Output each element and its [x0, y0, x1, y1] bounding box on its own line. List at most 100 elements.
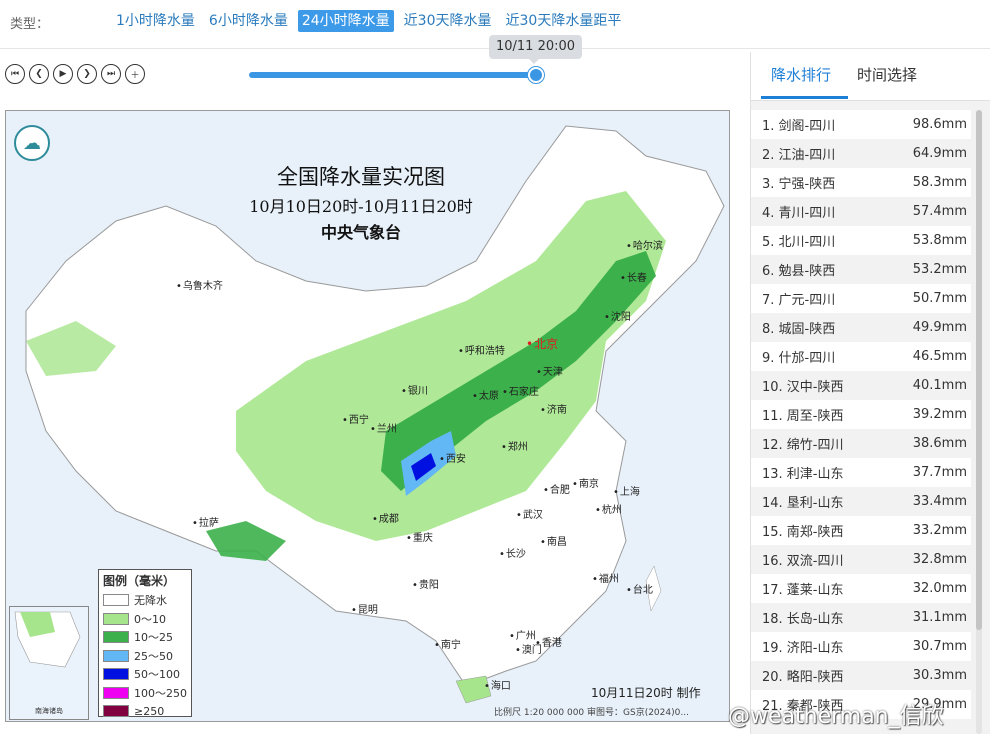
ranking-row[interactable]: 15. 南郑-陕西 33.2mm	[751, 516, 971, 545]
legend-swatch	[103, 594, 129, 607]
station-name: 7. 广元-四川	[762, 293, 836, 308]
legend-row: 100～250	[99, 684, 191, 703]
tab-24h[interactable]: 24小时降水量	[297, 10, 394, 32]
ranking-row[interactable]: 4. 青川-四川 57.4mm	[751, 197, 971, 226]
map-legend: 图例（毫米） 无降水 0～10 10～25 25～50 50～100 100～2…	[98, 569, 192, 718]
ranking-row[interactable]: 8. 城固-陕西 49.9mm	[751, 313, 971, 342]
ranking-row[interactable]: 2. 江油-四川 64.9mm	[751, 139, 971, 168]
city-label: 台北	[626, 581, 653, 596]
tab-1h[interactable]: 1小时降水量	[112, 10, 199, 32]
ranking-row[interactable]: 12. 绵竹-四川 38.6mm	[751, 429, 971, 458]
tab-ranking[interactable]: 降水排行	[771, 64, 831, 85]
ranking-row[interactable]: 18. 长岛-山东 31.1mm	[751, 603, 971, 632]
legend-label: 50～100	[134, 668, 180, 682]
legend-title: 图例（毫米）	[103, 574, 176, 588]
time-tooltip: 10/11 20:00	[489, 35, 582, 64]
city-label: 武汉	[516, 506, 543, 521]
precip-value: 40.1mm	[912, 378, 967, 393]
city-label: 天津	[536, 363, 563, 378]
city-label: 长沙	[499, 545, 526, 560]
tab-30d[interactable]: 近30天降水量	[400, 10, 496, 32]
legend-row: 50～100	[99, 665, 191, 684]
station-name: 16. 双流-四川	[762, 554, 844, 569]
precip-value: 32.8mm	[912, 552, 967, 567]
legend-label: 0～10	[134, 612, 166, 626]
ranking-row[interactable]: 6. 勉县-陕西 53.2mm	[751, 255, 971, 284]
tab-30d-anomaly[interactable]: 近30天降水量距平	[502, 10, 626, 32]
city-label: 西宁	[342, 411, 369, 426]
city-label: 贵阳	[412, 576, 439, 591]
city-label: 海口	[484, 677, 511, 692]
precip-value: 33.4mm	[912, 494, 967, 509]
legend-swatch	[103, 686, 129, 699]
time-slider-track[interactable]	[249, 72, 536, 78]
precip-value: 53.2mm	[912, 262, 967, 277]
ranking-row[interactable]: 20. 略阳-陕西 30.3mm	[751, 661, 971, 690]
city-label: 兰州	[370, 420, 397, 435]
precip-value: 57.4mm	[912, 204, 967, 219]
legend-row: 无降水	[99, 591, 191, 610]
legend-label: ≥250	[134, 704, 165, 718]
ranking-row[interactable]: 7. 广元-四川 50.7mm	[751, 284, 971, 313]
city-label: 福州	[592, 570, 619, 585]
precip-value: 30.3mm	[912, 668, 967, 683]
precipitation-map[interactable]: ☁ 全国降水量实况图 10月10日20时-10月11日20时 中央气象台 乌鲁木…	[5, 110, 730, 722]
scrollbar[interactable]	[976, 110, 982, 734]
ranking-row[interactable]: 16. 双流-四川 32.8mm	[751, 545, 971, 574]
city-label: 太原	[472, 387, 499, 402]
ranking-row[interactable]: 19. 济阳-山东 30.7mm	[751, 632, 971, 661]
ranking-row[interactable]: 9. 什邡-四川 46.5mm	[751, 342, 971, 371]
city-label: 济南	[540, 401, 567, 416]
station-name: 6. 勉县-陕西	[762, 264, 836, 279]
ranking-row[interactable]: 1. 剑阁-四川 98.6mm	[751, 110, 971, 139]
precip-value: 30.7mm	[912, 639, 967, 654]
map-org: 中央气象台	[320, 223, 401, 242]
ranking-row[interactable]: 11. 周至-陕西 39.2mm	[751, 400, 971, 429]
station-name: 14. 垦利-山东	[762, 496, 844, 511]
ranking-row[interactable]: 13. 利津-山东 37.7mm	[751, 458, 971, 487]
player-controls: ⏮ ❮ ▶ ❯ ⏭ ＋	[5, 64, 145, 84]
tab-time-select[interactable]: 时间选择	[857, 64, 917, 85]
precip-value: 58.3mm	[912, 175, 967, 190]
tab-6h[interactable]: 6小时降水量	[205, 10, 292, 32]
city-label: 呼和浩特	[458, 342, 505, 357]
first-icon[interactable]: ⏮	[5, 64, 25, 84]
last-icon[interactable]: ⏭	[101, 64, 121, 84]
time-slider-handle[interactable]	[528, 67, 544, 83]
made-time-text: 10月11日20时 制作	[591, 686, 701, 700]
station-name: 9. 什邡-四川	[762, 351, 836, 366]
prev-icon[interactable]: ❮	[29, 64, 49, 84]
ranking-row[interactable]: 3. 宁强-陕西 58.3mm	[751, 168, 971, 197]
ranking-row[interactable]: 10. 汉中-陕西 40.1mm	[751, 371, 971, 400]
station-name: 10. 汉中-陕西	[762, 380, 844, 395]
city-label: 南京	[572, 475, 599, 490]
station-name: 18. 长岛-山东	[762, 612, 844, 627]
station-name: 11. 周至-陕西	[762, 409, 844, 424]
station-name: 4. 青川-四川	[762, 206, 836, 221]
city-label: 乌鲁木齐	[176, 277, 223, 292]
legend-swatch	[103, 705, 129, 718]
city-label: 昆明	[351, 601, 378, 616]
play-icon[interactable]: ▶	[53, 64, 73, 84]
station-name: 8. 城固-陕西	[762, 322, 836, 337]
city-label: 石家庄	[502, 383, 539, 398]
city-label: 广州	[509, 627, 536, 642]
station-name: 1. 剑阁-四川	[762, 119, 836, 134]
active-tab-indicator	[761, 96, 848, 99]
precip-value: 38.6mm	[912, 436, 967, 451]
zoom-in-icon[interactable]: ＋	[125, 64, 145, 84]
city-label: 南昌	[540, 533, 567, 548]
ranking-row[interactable]: 14. 垦利-山东 33.4mm	[751, 487, 971, 516]
ranking-row[interactable]: 5. 北川-四川 53.8mm	[751, 226, 971, 255]
legend-label: 100～250	[134, 686, 187, 700]
scroll-thumb[interactable]	[976, 110, 982, 630]
legend-swatch	[103, 649, 129, 662]
precip-value: 46.5mm	[912, 349, 967, 364]
next-icon[interactable]: ❯	[77, 64, 97, 84]
ranking-panel: 降水排行 时间选择 1. 剑阁-四川 98.6mm 2. 江油-四川 64.9mm 3.…	[750, 52, 990, 734]
ranking-list[interactable]: 1. 剑阁-四川 98.6mm 2. 江油-四川 64.9mm 3. 宁强-陕西 58.3…	[751, 110, 971, 719]
legend-label: 无降水	[134, 594, 167, 608]
ranking-row[interactable]: 17. 蓬莱-山东 32.0mm	[751, 574, 971, 603]
legend-row: 0～10	[99, 610, 191, 629]
city-label: 拉萨	[192, 514, 219, 529]
